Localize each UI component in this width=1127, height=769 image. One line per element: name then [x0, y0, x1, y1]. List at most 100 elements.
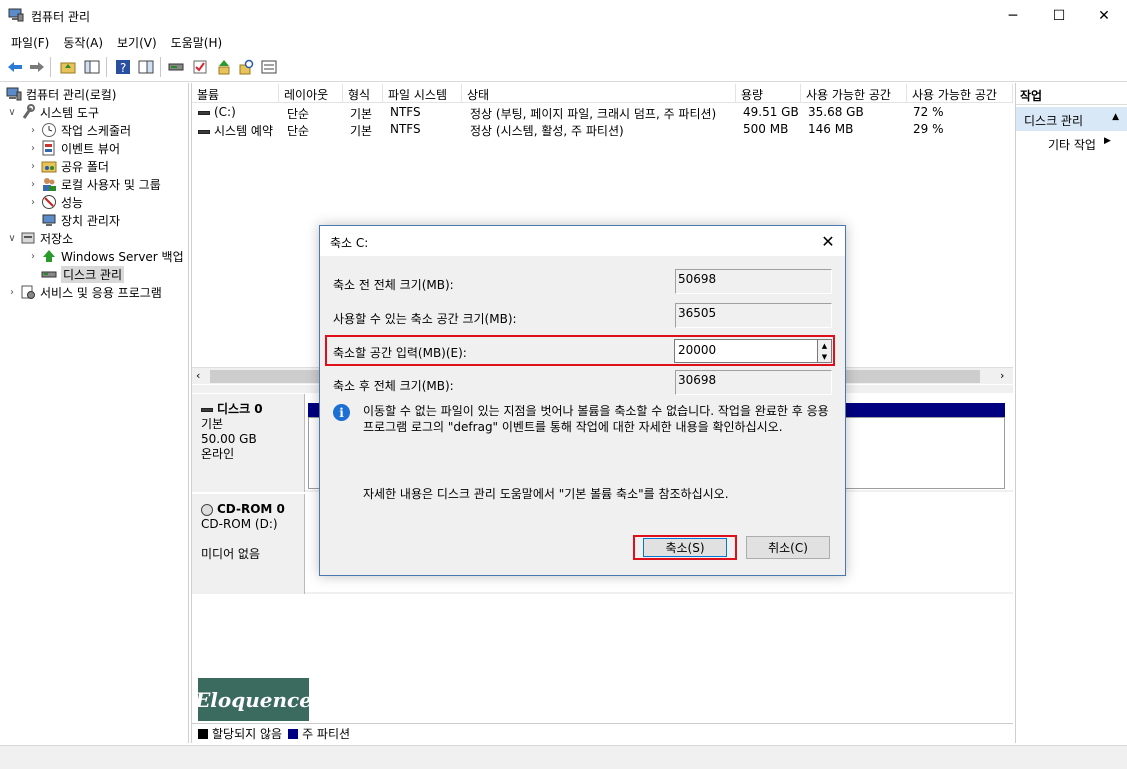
legend: 할당되지 않음 주 파티션: [192, 723, 1013, 743]
volume-capacity: 49.51 GB: [743, 105, 799, 119]
volume-row[interactable]: (C:) 단순 기본 NTFS 정상 (부팅, 페이지 파일, 크래시 덤프, …: [192, 104, 1013, 121]
storage-icon: [20, 230, 36, 246]
column-header-filesystem[interactable]: 파일 시스템: [383, 84, 462, 103]
tree-item-task-scheduler[interactable]: › 작업 스케줄러: [27, 121, 131, 139]
services-icon: [20, 284, 36, 300]
tree-item-services[interactable]: › 서비스 및 응용 프로그램: [6, 283, 162, 301]
volume-type: 기본: [350, 124, 373, 138]
menu-view[interactable]: 보기(V): [110, 31, 164, 52]
chevron-down-icon[interactable]: ∨: [6, 107, 18, 118]
actions-disk-management[interactable]: 디스크 관리 ▲: [1016, 107, 1127, 131]
rescan-icon[interactable]: [215, 58, 232, 75]
volume-filesystem: NTFS: [390, 122, 421, 136]
chevron-right-icon[interactable]: ›: [27, 161, 39, 172]
back-arrow-icon[interactable]: [6, 58, 23, 75]
search-icon[interactable]: [238, 58, 255, 75]
disk-0-label[interactable]: 디스크 0 기본 50.00 GB 온라인: [192, 394, 305, 492]
disk-kind: 기본: [201, 417, 224, 431]
info-icon: i: [333, 404, 350, 421]
disk-state: 미디어 없음: [201, 547, 261, 561]
volume-row[interactable]: 시스템 예약 단순 기본 NTFS 정상 (시스템, 활성, 주 파티션) 50…: [192, 121, 1013, 138]
tree-label: 저장소: [40, 231, 74, 246]
menu-file[interactable]: 파일(F): [4, 31, 56, 52]
spin-up-icon[interactable]: ▲: [818, 340, 831, 351]
tree-label: 컴퓨터 관리(로컬): [26, 87, 117, 102]
tree-label: 작업 스케줄러: [61, 123, 132, 138]
tree-label: 시스템 도구: [40, 105, 100, 120]
shrink-amount-input[interactable]: 20000: [674, 339, 819, 363]
menu-help[interactable]: 도움말(H): [164, 31, 230, 52]
spin-down-icon[interactable]: ▼: [818, 351, 831, 362]
column-header-free-percent[interactable]: 사용 가능한 공간: [907, 84, 1013, 103]
column-header-capacity[interactable]: 용량: [736, 84, 801, 103]
help-message: 자세한 내용은 디스크 관리 도움말에서 "기본 볼륨 축소"를 참조하십시오.: [363, 487, 729, 501]
connect-icon[interactable]: [167, 58, 184, 75]
column-header-layout[interactable]: 레이아웃: [279, 84, 343, 103]
volume-layout: 단순: [287, 124, 310, 138]
chevron-right-icon[interactable]: ›: [27, 179, 39, 190]
primary-swatch: [288, 728, 299, 739]
tree-label: Windows Server 백업: [61, 249, 184, 264]
tree-label: 로컬 사용자 및 그룹: [61, 177, 161, 192]
tree-item-performance[interactable]: › 성능: [27, 193, 83, 211]
help-icon[interactable]: ?: [114, 58, 131, 75]
close-icon[interactable]: ✕: [816, 230, 840, 252]
title-bar: [0, 0, 1127, 31]
up-folder-icon[interactable]: [59, 58, 76, 75]
chevron-right-icon[interactable]: ›: [6, 287, 18, 298]
chevron-right-icon[interactable]: ›: [27, 125, 39, 136]
scroll-right-icon[interactable]: ›: [1000, 369, 1004, 382]
column-header-free-space[interactable]: 사용 가능한 공간: [801, 84, 907, 103]
event-viewer-icon: [41, 140, 57, 156]
cancel-button[interactable]: 취소(C): [746, 536, 830, 559]
column-header-status[interactable]: 상태: [462, 84, 736, 103]
chevron-right-icon[interactable]: ›: [27, 251, 39, 262]
chevron-right-icon[interactable]: ›: [27, 143, 39, 154]
cdrom-0-label[interactable]: CD-ROM 0 CD-ROM (D:) 미디어 없음: [192, 494, 305, 594]
actions-pane: [1015, 83, 1127, 743]
tree-item-storage[interactable]: ∨ 저장소: [6, 229, 73, 247]
volume-list-header: 볼륨 레이아웃 형식 파일 시스템 상태 용량 사용 가능한 공간 사용 가능한…: [192, 84, 1013, 103]
tree-item-local-users[interactable]: › 로컬 사용자 및 그룹: [27, 175, 161, 193]
shrink-amount-spinner[interactable]: ▲ ▼: [817, 339, 832, 363]
tree-label: 디스크 관리: [61, 265, 125, 283]
properties-icon[interactable]: [260, 58, 277, 75]
chevron-right-icon[interactable]: ›: [27, 197, 39, 208]
svg-text:?: ?: [120, 61, 126, 75]
tree-label: 성능: [61, 195, 84, 210]
console-tree-icon[interactable]: [83, 58, 100, 75]
tree-item-system-tools[interactable]: ∨ 시스템 도구: [6, 103, 99, 121]
shared-folder-icon: [41, 158, 57, 174]
close-button[interactable]: ✕: [1081, 0, 1127, 31]
shrink-button[interactable]: 축소(S): [643, 538, 727, 557]
check-icon[interactable]: [191, 58, 208, 75]
tree-item-disk-management[interactable]: 디스크 관리: [39, 265, 125, 283]
info-message: 이동할 수 없는 파일이 있는 지점을 벗어나 볼륨을 축소할 수 없습니다. …: [363, 404, 829, 434]
tree-label: 공유 폴더: [61, 159, 109, 174]
scroll-left-icon[interactable]: ‹: [196, 369, 200, 382]
disk-state: 온라인: [201, 447, 235, 461]
actions-more[interactable]: 기타 작업 ▶: [1016, 134, 1127, 152]
computer-icon: [6, 86, 22, 102]
collapse-up-icon[interactable]: ▲: [1112, 112, 1119, 126]
tree-item-shared-folders[interactable]: › 공유 폴더: [27, 157, 109, 175]
tree-item-event-viewer[interactable]: › 이벤트 뷰어: [27, 139, 120, 157]
minimize-button[interactable]: ─: [990, 0, 1036, 31]
toolbar-separator: [160, 57, 161, 77]
disk-size: 50.00 GB: [201, 432, 257, 446]
tree-item-windows-backup[interactable]: › Windows Server 백업: [27, 247, 184, 265]
forward-arrow-icon[interactable]: [28, 58, 45, 75]
volume-capacity: 500 MB: [743, 122, 789, 136]
chevron-down-icon[interactable]: ∨: [6, 233, 18, 244]
column-header-volume[interactable]: 볼륨: [192, 84, 279, 103]
tree-item-device-manager[interactable]: 장치 관리자: [39, 211, 120, 229]
tree-item-computer-management[interactable]: 컴퓨터 관리(로컬): [4, 85, 116, 103]
maximize-button[interactable]: ☐: [1036, 0, 1082, 31]
column-header-type[interactable]: 형식: [343, 84, 383, 103]
show-action-pane-icon[interactable]: [137, 58, 154, 75]
menu-action[interactable]: 동작(A): [56, 31, 110, 52]
available-shrink-value: 36505: [675, 303, 832, 328]
disk-kind: CD-ROM (D:): [201, 517, 278, 531]
actions-header: 작업: [1016, 84, 1127, 105]
shrink-amount-label: 축소할 공간 입력(MB)(E):: [333, 346, 467, 360]
